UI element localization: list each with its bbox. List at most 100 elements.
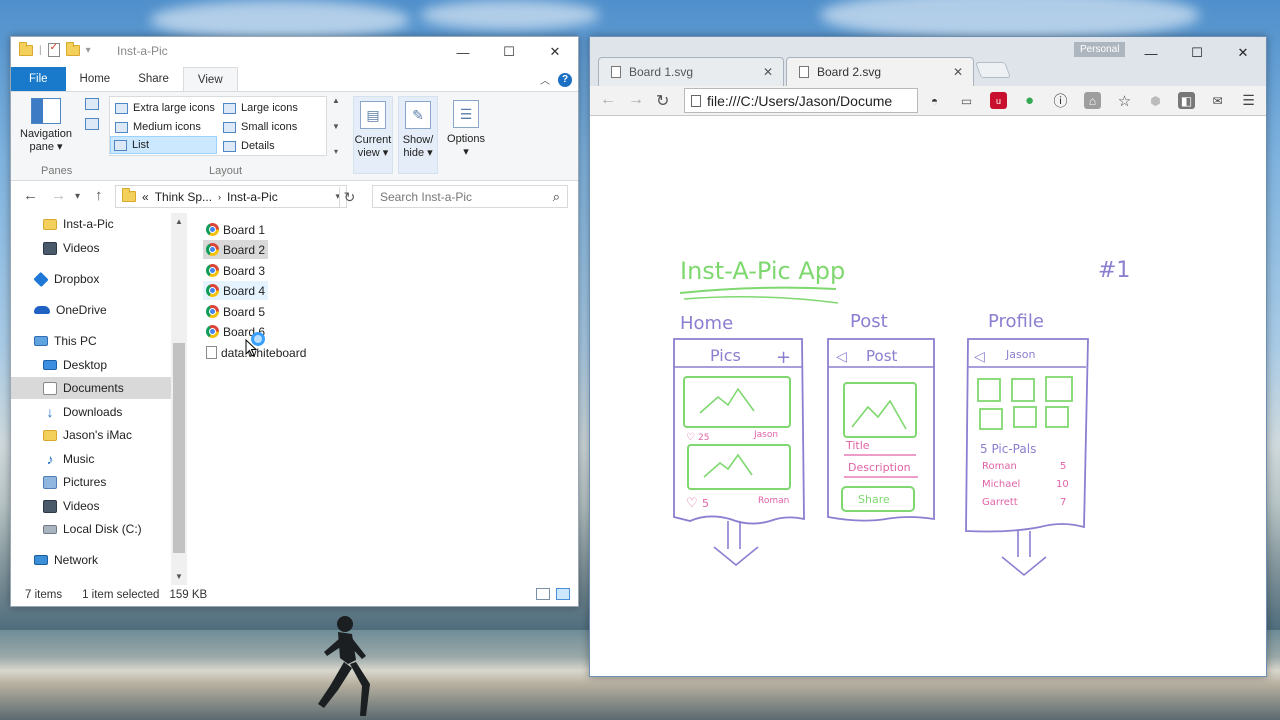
options-button[interactable]: ☰ Options▾ [443, 96, 489, 159]
close-button[interactable]: ✕ [1220, 39, 1266, 67]
minimize-button[interactable]: — [1128, 39, 1174, 67]
add-icon: + [776, 347, 791, 368]
mail-icon[interactable]: ✉ [1209, 92, 1226, 109]
forward-arrow-icon[interactable]: → [51, 187, 66, 204]
reload-icon[interactable]: ↻ [656, 91, 669, 111]
details-view-icon[interactable] [536, 588, 550, 600]
navigation-pane-button[interactable]: Navigation pane ▾ [17, 98, 75, 154]
tab-board-2[interactable]: Board 2.svg ✕ [786, 57, 974, 86]
dropbox-icon [33, 271, 48, 286]
shield-icon[interactable]: ⬢ [1147, 92, 1164, 109]
collapse-ribbon-icon[interactable]: ︿ [540, 72, 550, 87]
evernote-icon[interactable]: ● [1021, 92, 1038, 109]
address-overflow[interactable]: « [142, 190, 149, 204]
close-button[interactable]: ✕ [532, 37, 578, 67]
chrome-window: Personal — ☐ ✕ Board 1.svg ✕ Board 2.svg… [589, 36, 1267, 677]
tree-item-inst-a-pic[interactable]: Inst-a-Pic [43, 213, 114, 235]
extra-large-icons-icon [115, 103, 128, 114]
extension-icon[interactable]: ⌂ [1084, 92, 1101, 109]
layout-large-icons[interactable]: Large icons [220, 99, 301, 117]
back-arrow-icon[interactable]: ← [600, 91, 616, 109]
search-input[interactable]: Search Inst-a-Pic ⌕ [372, 185, 568, 208]
file-item-board-2[interactable]: Board 2 [203, 240, 268, 259]
maximize-button[interactable]: ☐ [486, 37, 532, 67]
selection-size: 159 KB [169, 589, 207, 601]
incognito-extension-icon[interactable]: ◓ [926, 92, 943, 109]
new-tab-button[interactable] [975, 62, 1011, 78]
tree-item-onedrive[interactable]: OneDrive [34, 299, 107, 321]
address-bar[interactable]: « Think Sp... › Inst-a-Pic ▾ [115, 185, 347, 208]
layout-extra-large-icons[interactable]: Extra large icons [112, 99, 218, 117]
file-item-board-1[interactable]: Board 1 [203, 220, 268, 239]
tree-item-music[interactable]: ♪Music [43, 448, 94, 470]
tab-board-1[interactable]: Board 1.svg ✕ [598, 57, 784, 86]
search-icon[interactable]: ⌕ [553, 189, 560, 205]
layout-medium-icons[interactable]: Medium icons [112, 118, 204, 136]
mouse-cursor-icon [245, 339, 257, 357]
tab-share[interactable]: Share [124, 67, 183, 91]
minimize-button[interactable]: — [440, 37, 486, 67]
sketch-title: Inst-A-Pic App [680, 257, 845, 285]
maximize-button[interactable]: ☐ [1174, 39, 1220, 67]
layout-small-icons[interactable]: Small icons [220, 118, 300, 136]
details-pane-icon[interactable] [85, 118, 99, 130]
forward-arrow-icon[interactable]: → [628, 91, 644, 109]
ublock-icon[interactable]: u [990, 92, 1007, 109]
tree-item-videos-pc[interactable]: Videos [43, 495, 99, 517]
pal-count-1: 5 [1060, 461, 1066, 472]
back-arrow-icon[interactable]: ← [23, 187, 38, 204]
tab-view[interactable]: View [183, 67, 238, 91]
tab-home[interactable]: Home [66, 67, 125, 91]
customize-qat-icon[interactable]: ▾ [86, 45, 91, 56]
music-icon: ♪ [43, 453, 57, 466]
recent-locations-icon[interactable]: ▾ [75, 191, 80, 202]
layout-details[interactable]: Details [220, 137, 278, 155]
preview-pane-icon[interactable] [85, 98, 99, 110]
tree-item-downloads[interactable]: ↓Downloads [43, 401, 122, 423]
cast-icon[interactable]: ▭ [958, 92, 975, 109]
tree-item-documents[interactable]: Documents [11, 377, 171, 399]
current-view-button[interactable]: ▤ Current view ▾ [353, 96, 393, 174]
bookmark-star-icon[interactable]: ☆ [1116, 92, 1133, 109]
tab-close-icon[interactable]: ✕ [953, 65, 963, 79]
file-item-board-4[interactable]: Board 4 [203, 281, 268, 300]
disk-icon [43, 525, 57, 534]
breadcrumb-inst-a-pic[interactable]: Inst-a-Pic [227, 190, 278, 204]
file-item-board-5[interactable]: Board 5 [203, 302, 268, 321]
tab-close-icon[interactable]: ✕ [763, 65, 773, 79]
tree-item-this-pc[interactable]: This PC [34, 330, 97, 352]
chrome-icon [206, 325, 219, 338]
help-icon[interactable]: ? [558, 73, 572, 87]
app-icon[interactable]: ◧ [1178, 92, 1195, 109]
new-folder-icon[interactable] [66, 45, 80, 56]
tree-item-desktop[interactable]: Desktop [43, 354, 107, 376]
tree-item-jasons-imac[interactable]: Jason's iMac [43, 424, 132, 446]
tab-file[interactable]: File [11, 67, 66, 91]
layout-gallery-scroll[interactable]: ▲▼▾ [329, 96, 343, 156]
tree-item-dropbox[interactable]: Dropbox [34, 268, 99, 290]
profile-button[interactable]: Personal [1074, 42, 1125, 57]
show-hide-button[interactable]: ✎ Show/ hide ▾ [398, 96, 438, 174]
properties-icon[interactable] [48, 43, 60, 57]
refresh-icon[interactable]: ↻ [339, 187, 359, 207]
layout-list[interactable]: List [110, 136, 217, 154]
scroll-up-icon[interactable]: ▲ [171, 217, 187, 226]
home-screen-title: Pics [710, 346, 741, 365]
tree-item-network[interactable]: Network [34, 549, 98, 571]
tree-item-pictures[interactable]: Pictures [43, 471, 106, 493]
breadcrumb-think-sp[interactable]: Think Sp... [155, 190, 212, 204]
info-icon[interactable]: ⓘ [1052, 92, 1069, 109]
scroll-down-icon[interactable]: ▼ [171, 572, 187, 581]
scrollbar-thumb[interactable] [173, 343, 185, 553]
navigation-tree-scrollbar[interactable]: ▲ ▼ [171, 213, 187, 585]
large-icons-view-icon[interactable] [556, 588, 570, 600]
tree-item-local-disk[interactable]: Local Disk (C:) [43, 518, 142, 540]
file-item-board-3[interactable]: Board 3 [203, 261, 268, 280]
chrome-titlebar[interactable]: Personal — ☐ ✕ Board 1.svg ✕ Board 2.svg… [590, 37, 1266, 86]
explorer-titlebar[interactable]: | ▾ Inst-a-Pic — ☐ ✕ [11, 37, 578, 67]
menu-icon[interactable]: ☰ [1240, 92, 1257, 109]
up-arrow-icon[interactable]: ↑ [95, 187, 103, 204]
panes-group-label: Panes [41, 165, 72, 177]
url-input[interactable]: file:///C:/Users/Jason/Docume [684, 88, 918, 113]
tree-item-videos[interactable]: Videos [43, 237, 99, 259]
